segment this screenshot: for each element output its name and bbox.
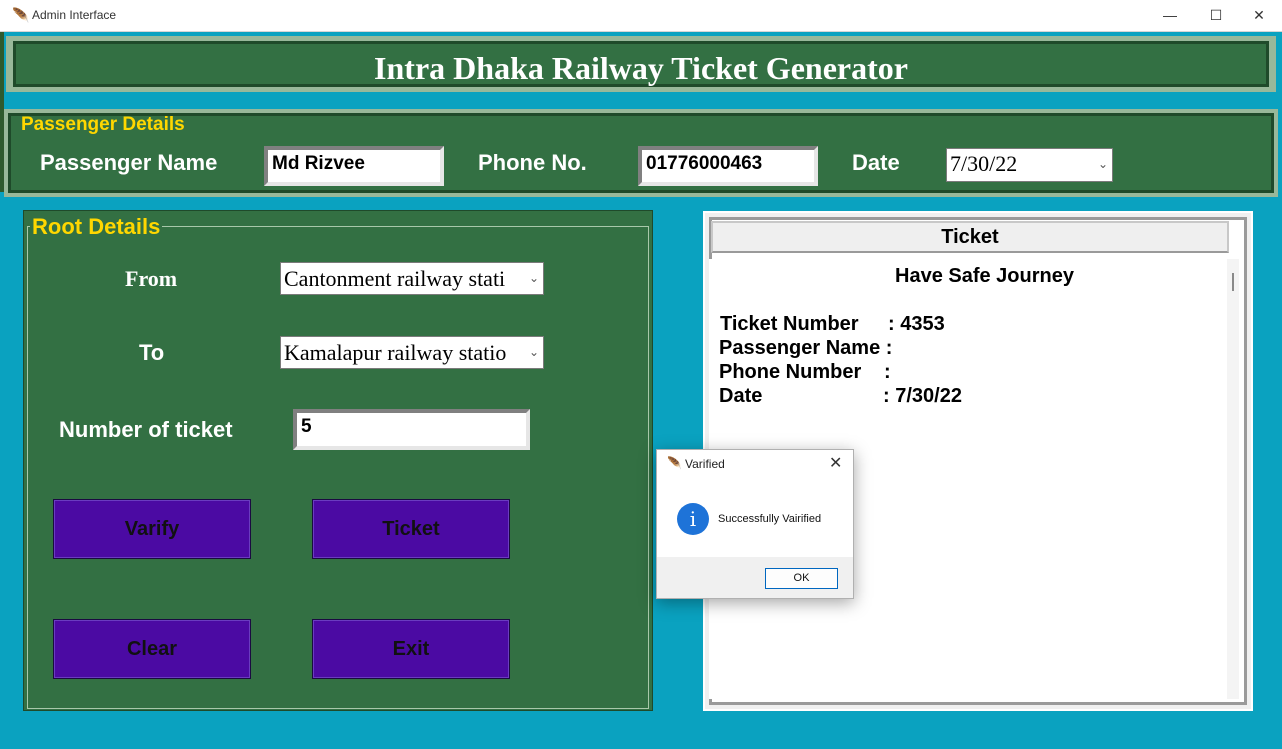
passenger-details-frame: Passenger Details Passenger Name Md Rizv… — [8, 113, 1274, 193]
phone-label: Phone No. — [478, 150, 587, 175]
ticket-header: Ticket — [711, 221, 1229, 253]
ticket-date-value: : 7/30/22 — [883, 385, 962, 407]
exit-button[interactable]: Exit — [312, 619, 510, 679]
ticket-number-value: : 4353 — [888, 313, 945, 335]
app-title: Intra Dhaka Railway Ticket Generator — [374, 50, 908, 86]
app-header: Intra Dhaka Railway Ticket Generator — [6, 36, 1276, 92]
window-titlebar: 🪶 Admin Interface — ☐ ✕ — [0, 0, 1282, 32]
info-icon: i — [677, 503, 709, 535]
from-label: From — [125, 266, 178, 291]
app-header-inner: Intra Dhaka Railway Ticket Generator — [13, 41, 1269, 87]
dialog-feather-icon: 🪶 — [667, 456, 682, 470]
passenger-details-legend: Passenger Details — [21, 114, 185, 135]
ticket-scrollbar[interactable] — [1227, 259, 1239, 699]
date-select-value: 7/30/22 — [950, 151, 1018, 176]
ok-button[interactable]: OK — [765, 568, 838, 589]
verify-button[interactable]: Varify — [53, 499, 251, 559]
to-station-value: Kamalapur railway statio — [284, 340, 507, 365]
app-feather-icon: 🪶 — [12, 7, 30, 23]
dialog-message: Successfully Vairified — [718, 513, 822, 525]
passenger-name-input[interactable]: Md Rizvee — [264, 146, 444, 186]
dialog-footer: OK — [657, 557, 853, 598]
ticket-number-label: Ticket Number — [720, 313, 859, 335]
root-details-panel: Root Details From Cantonment railway sta… — [23, 210, 653, 711]
from-station-select[interactable]: Cantonment railway stati ⌄ — [280, 262, 544, 295]
minimize-button[interactable]: — — [1147, 0, 1193, 31]
verified-dialog: 🪶 Varified ✕ i Successfully Vairified OK — [656, 449, 854, 599]
dialog-close-button[interactable]: ✕ — [829, 453, 842, 473]
passenger-name-label: Passenger Name — [40, 150, 218, 175]
to-station-select[interactable]: Kamalapur railway statio ⌄ — [280, 336, 544, 369]
root-details-legend: Root Details — [30, 214, 163, 240]
chevron-down-icon: ⌄ — [526, 263, 539, 294]
passenger-details-panel: Passenger Details Passenger Name Md Rizv… — [4, 109, 1278, 197]
date-select[interactable]: 7/30/22 ⌄ — [946, 148, 1113, 182]
number-of-ticket-label: Number of ticket — [59, 417, 233, 442]
ticket-phone-label: Phone Number — [719, 361, 862, 383]
ticket-scrollbar-thumb[interactable] — [1232, 273, 1234, 291]
maximize-button[interactable]: ☐ — [1193, 0, 1239, 31]
number-of-ticket-input[interactable]: 5 — [293, 409, 530, 450]
to-label: To — [139, 340, 165, 365]
chevron-down-icon: ⌄ — [526, 337, 539, 368]
window-title: Admin Interface — [32, 8, 117, 22]
date-label: Date — [852, 150, 900, 175]
ticket-phone-colon: : — [884, 361, 891, 383]
ticket-button[interactable]: Ticket — [312, 499, 510, 559]
dialog-title: Varified — [685, 457, 725, 471]
ticket-passenger-name-label: Passenger Name : — [719, 337, 893, 359]
ticket-date-label: Date — [719, 385, 763, 407]
from-station-value: Cantonment railway stati — [284, 266, 506, 291]
phone-input[interactable]: 01776000463 — [638, 146, 818, 186]
close-window-button[interactable]: ✕ — [1236, 0, 1282, 31]
clear-button[interactable]: Clear — [53, 619, 251, 679]
ticket-greeting: Have Safe Journey — [895, 265, 1074, 287]
chevron-down-icon: ⌄ — [1097, 157, 1108, 171]
